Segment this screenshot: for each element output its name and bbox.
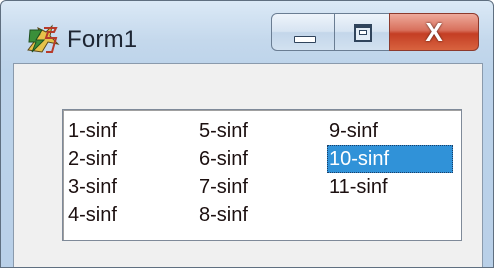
list-item[interactable]: 6-sinf [197,145,250,173]
minimize-icon [294,36,316,43]
minimize-button[interactable] [271,13,335,51]
title-bar[interactable]: Form1 X [1,1,493,61]
class-listbox[interactable]: 1-sinf 2-sinf 3-sinf 4-sinf 5-sinf 6-sin… [62,109,462,241]
close-button[interactable]: X [389,13,479,51]
list-item[interactable]: 7-sinf [197,173,250,201]
delphi-app-icon [27,24,60,53]
list-item[interactable]: 1-sinf [66,117,119,145]
list-item[interactable]: 3-sinf [66,173,119,201]
listbox-column-2: 5-sinf 6-sinf 7-sinf 8-sinf [197,117,250,229]
list-item[interactable]: 4-sinf [66,201,119,229]
caption-buttons: X [271,13,491,53]
list-item[interactable]: 2-sinf [66,145,119,173]
listbox-column-3: 9-sinf 10-sinf 11-sinf [327,117,453,201]
listbox-column-1: 1-sinf 2-sinf 3-sinf 4-sinf [66,117,119,229]
form1-window: Form1 X 1-sinf 2-sinf 3-sinf 4-sinf 5-si… [0,0,494,268]
maximize-button[interactable] [334,13,390,51]
form-client-area: 1-sinf 2-sinf 3-sinf 4-sinf 5-sinf 6-sin… [13,63,483,267]
list-item-selected[interactable]: 10-sinf [327,145,453,173]
list-item[interactable]: 5-sinf [197,117,250,145]
list-item[interactable]: 8-sinf [197,201,250,229]
window-title: Form1 [67,26,138,53]
close-icon: X [425,17,443,47]
list-item[interactable]: 9-sinf [327,117,453,145]
list-item[interactable]: 11-sinf [327,173,453,201]
maximize-icon [354,24,372,42]
